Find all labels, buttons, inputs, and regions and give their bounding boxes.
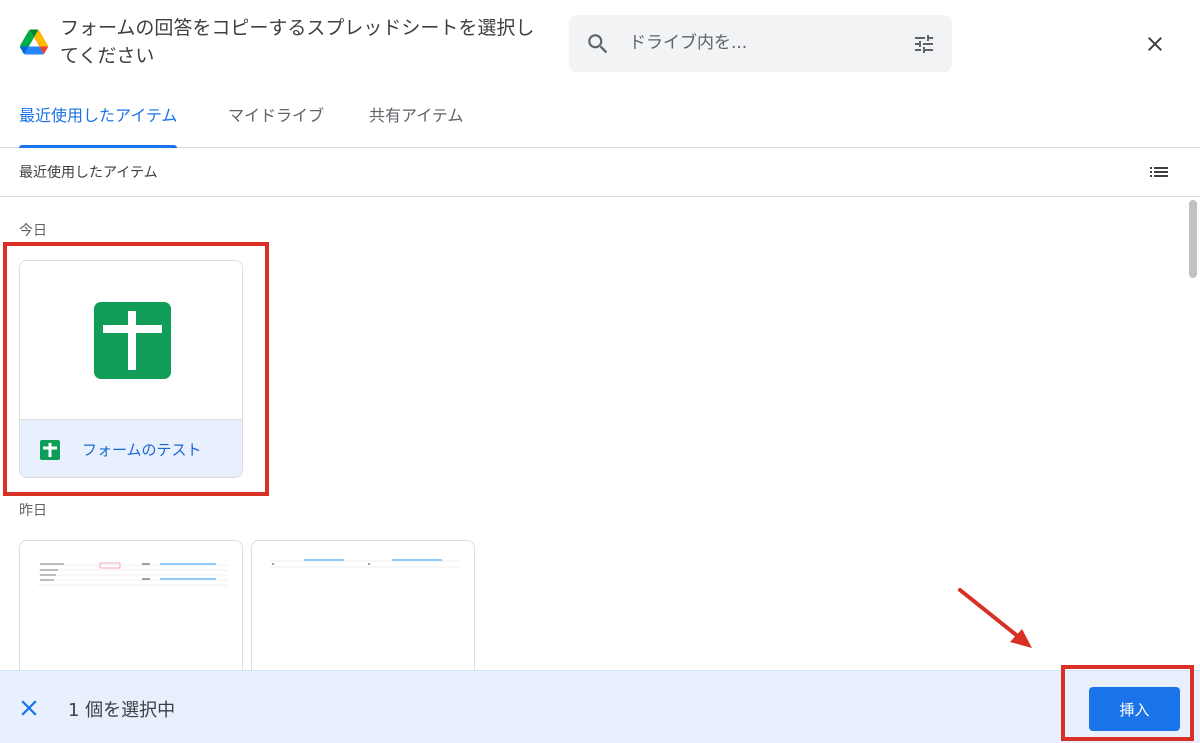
spreadsheet-thumbnail	[270, 559, 460, 568]
search-input[interactable]	[629, 29, 889, 57]
view-title: 最近使用したアイテム	[19, 165, 158, 181]
section-label-today: 今日	[19, 223, 47, 239]
dialog-title: フォームの回答をコピーするスプレッドシートを選択してください	[60, 17, 535, 67]
highlight-annotation	[3, 242, 269, 496]
close-icon[interactable]	[16, 695, 42, 721]
scroll-thumb[interactable]	[1189, 200, 1197, 278]
tab-shared[interactable]: 共有アイテム	[369, 92, 463, 148]
scrollbar[interactable]	[1186, 198, 1200, 670]
dialog-header: フォームの回答をコピーするスプレッドシートを選択してください	[0, 0, 1200, 92]
highlight-annotation	[1061, 665, 1194, 741]
view-header: 最近使用したアイテム	[0, 148, 1200, 197]
tab-recent[interactable]: 最近使用したアイテム	[19, 92, 178, 148]
section-label-yesterday: 昨日	[19, 503, 47, 519]
file-card[interactable]	[19, 540, 243, 670]
selection-count: 1 個を選択中	[68, 700, 176, 721]
close-button[interactable]	[1138, 27, 1172, 61]
tab-my-drive[interactable]: マイドライブ	[228, 92, 324, 148]
list-view-icon[interactable]	[1146, 160, 1172, 184]
tune-icon[interactable]	[912, 32, 936, 56]
file-card[interactable]	[251, 540, 475, 670]
spreadsheet-thumbnail	[38, 562, 228, 586]
close-icon	[1148, 37, 1162, 51]
search-box[interactable]	[569, 15, 952, 72]
annotation-arrow	[958, 588, 1032, 648]
tab-bar: 最近使用したアイテム マイドライブ 共有アイテム	[0, 92, 1200, 148]
search-icon[interactable]	[585, 31, 611, 57]
google-drive-logo	[20, 29, 48, 55]
selection-bar: 1 個を選択中 挿入	[0, 665, 1200, 743]
